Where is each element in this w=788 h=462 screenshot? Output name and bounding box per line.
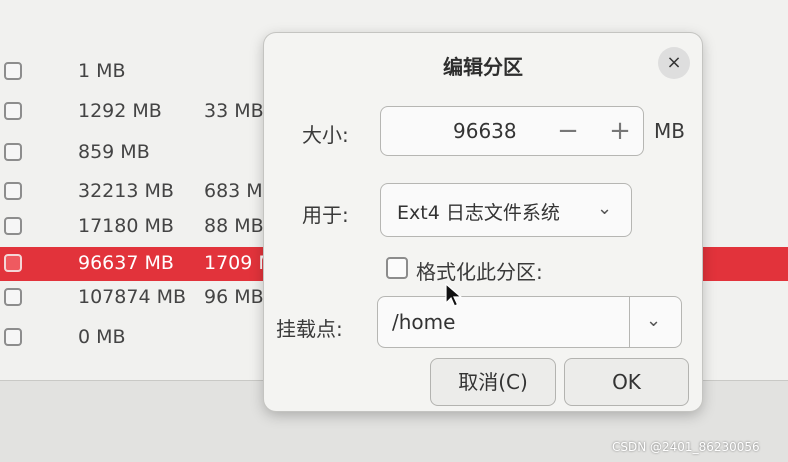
close-icon: ×	[666, 52, 682, 73]
row-checkbox[interactable]	[4, 254, 22, 272]
filesystem-value: Ext4 日志文件系统	[397, 202, 560, 224]
row-checkbox[interactable]	[4, 182, 22, 200]
ok-button[interactable]: OK	[564, 358, 689, 406]
partition-size: 17180 MB	[78, 215, 174, 237]
partition-size: 0 MB	[78, 326, 126, 348]
partition-size: 1292 MB	[78, 100, 162, 122]
size-input[interactable]: 96638	[453, 119, 517, 143]
watermark: CSDN @2401_86230056	[612, 440, 760, 454]
partition-used: 33 MB	[204, 100, 264, 122]
partition-size: 96637 MB	[78, 252, 174, 274]
row-checkbox[interactable]	[4, 62, 22, 80]
size-label: 大小:	[302, 123, 349, 147]
partition-size: 859 MB	[78, 141, 150, 163]
cancel-button[interactable]: 取消(C)	[430, 358, 556, 406]
format-checkbox[interactable]	[386, 257, 408, 279]
filesystem-dropdown[interactable]: Ext4 日志文件系统 ⌄	[380, 183, 632, 237]
chevron-down-icon: ⌄	[597, 198, 613, 219]
close-button[interactable]: ×	[658, 47, 690, 79]
mount-point-input[interactable]: /home	[392, 310, 455, 334]
chevron-down-icon[interactable]: ⌄	[646, 310, 661, 331]
row-checkbox[interactable]	[4, 102, 22, 120]
edit-partition-dialog: 编辑分区 × 大小: 96638 − + MB 用于: Ext4 日志文件系统 …	[264, 33, 702, 411]
mount-point-label: 挂载点:	[276, 317, 343, 341]
format-label[interactable]: 格式化此分区:	[416, 256, 543, 285]
combobox-divider	[629, 297, 630, 347]
size-unit: MB	[654, 119, 685, 143]
size-spinbox[interactable]: 96638 − +	[380, 106, 644, 156]
use-as-label: 用于:	[302, 203, 349, 227]
partition-used: 96 MB	[204, 286, 264, 308]
row-checkbox[interactable]	[4, 328, 22, 346]
row-checkbox[interactable]	[4, 217, 22, 235]
row-checkbox[interactable]	[4, 288, 22, 306]
mount-point-combobox[interactable]: /home ⌄	[377, 296, 682, 348]
partition-size: 107874 MB	[78, 286, 186, 308]
dialog-title: 编辑分区	[443, 55, 523, 79]
increment-button[interactable]: +	[603, 113, 637, 149]
partition-size: 1 MB	[78, 60, 126, 82]
mouse-pointer-icon	[445, 283, 462, 307]
row-checkbox[interactable]	[4, 143, 22, 161]
decrement-button[interactable]: −	[551, 113, 585, 149]
partition-used: 88 MB	[204, 215, 264, 237]
partition-size: 32213 MB	[78, 180, 174, 202]
